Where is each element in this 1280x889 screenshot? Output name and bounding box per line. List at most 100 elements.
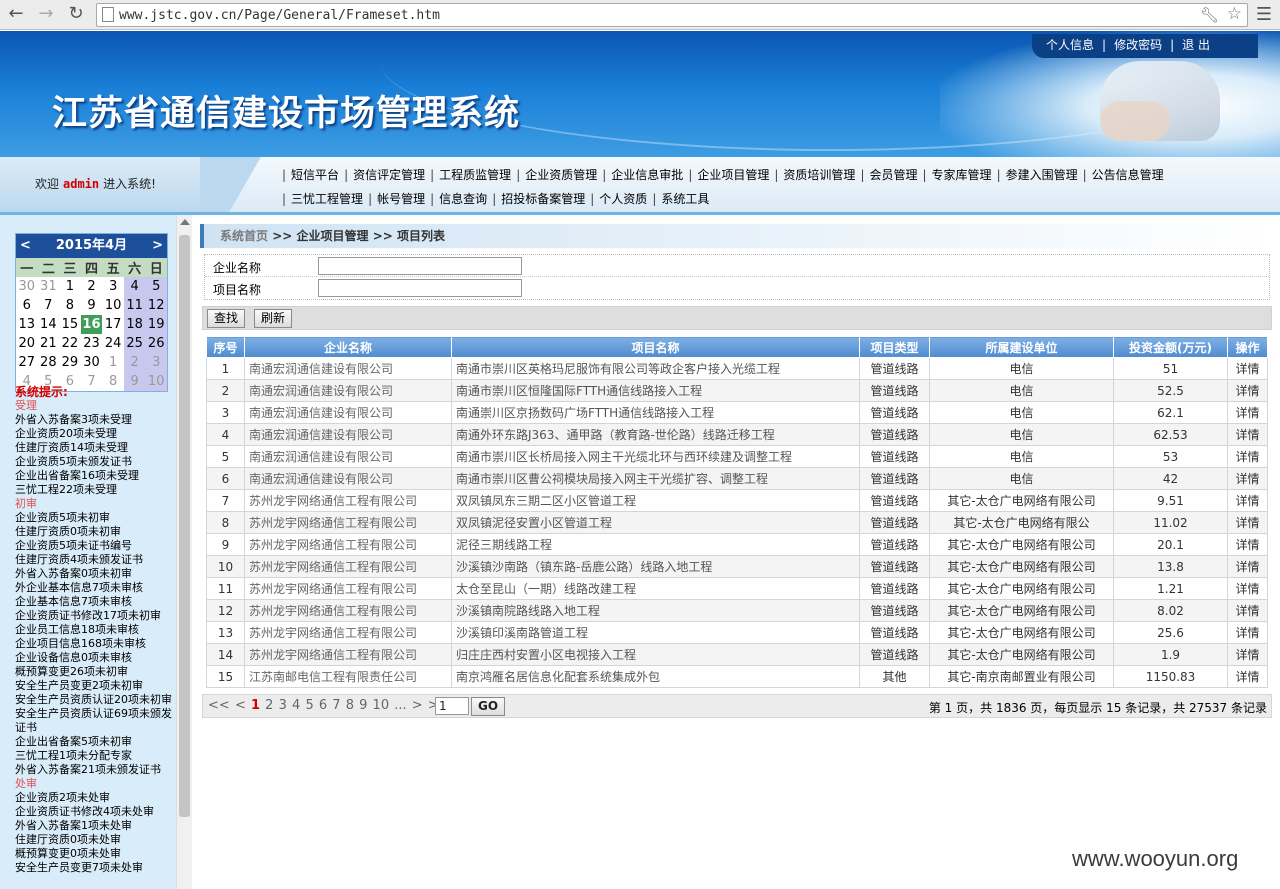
logout-link[interactable]: 退 出 [1182, 38, 1210, 52]
tip-item[interactable]: 企业资质5项未证书编号 [15, 539, 175, 553]
details-link[interactable]: 详情 [1227, 665, 1268, 688]
browser-menu-icon[interactable]: ☰ [1256, 4, 1272, 25]
tip-item[interactable]: 企业出省备案5项未初审 [15, 735, 175, 749]
tip-item[interactable]: 住建厅资质0项未初审 [15, 525, 175, 539]
calendar-day[interactable]: 16 [80, 315, 103, 334]
details-link[interactable]: 详情 [1227, 511, 1268, 534]
reload-icon[interactable]: ↻ [64, 3, 88, 25]
first-page-link[interactable]: << [208, 698, 230, 713]
personal-info-link[interactable]: 个人信息 [1046, 38, 1094, 52]
nav-item[interactable]: 参建入围管理 [1001, 168, 1083, 182]
page-link[interactable]: 10 [373, 698, 390, 713]
calendar-day[interactable]: 25 [123, 334, 146, 353]
calendar-day[interactable]: 15 [59, 315, 81, 334]
calendar-day[interactable]: 4 [123, 277, 146, 296]
calendar-next-button[interactable]: > [152, 234, 163, 258]
calendar-day[interactable]: 29 [59, 353, 81, 372]
tip-item[interactable]: 安全生产员资质认证69项未颁发证书 [15, 707, 175, 735]
calendar-day[interactable]: 11 [123, 296, 146, 315]
project-name-input[interactable] [318, 279, 522, 297]
page-link[interactable]: 6 [319, 698, 327, 713]
tip-item[interactable]: 企业资质证书修改4项未处审 [15, 805, 175, 819]
scroll-up-icon[interactable] [180, 219, 190, 225]
address-url[interactable]: www.jstc.gov.cn/Page/General/Frameset.ht… [119, 8, 440, 23]
tip-item[interactable]: 住建厅资质4项未颁发证书 [15, 553, 175, 567]
page-link[interactable]: 2 [265, 698, 273, 713]
breadcrumb-home[interactable]: 系统首页 [220, 229, 268, 243]
nav-item[interactable]: 信息查询 [434, 192, 492, 206]
nav-item[interactable]: 个人资质 [594, 192, 652, 206]
next-page-link[interactable]: > [412, 698, 423, 713]
calendar-day[interactable]: 24 [102, 334, 124, 353]
details-link[interactable]: 详情 [1227, 445, 1268, 468]
calendar-day[interactable]: 27 [16, 353, 38, 372]
tip-item[interactable]: 安全生产员资质认证20项未初审 [15, 693, 175, 707]
details-link[interactable]: 详情 [1227, 621, 1268, 644]
calendar-day[interactable]: 6 [16, 296, 38, 315]
calendar-prev-button[interactable]: < [20, 234, 31, 258]
refresh-button[interactable]: 刷新 [254, 309, 293, 328]
company-name-input[interactable] [318, 257, 522, 275]
tip-item[interactable]: 三忧工程22项未受理 [15, 483, 175, 497]
details-link[interactable]: 详情 [1227, 599, 1268, 622]
page-link[interactable]: 9 [359, 698, 367, 713]
details-link[interactable]: 详情 [1227, 357, 1268, 380]
calendar-day[interactable]: 5 [145, 277, 167, 296]
details-link[interactable]: 详情 [1227, 533, 1268, 556]
calendar-day[interactable]: 28 [38, 353, 60, 372]
calendar-day[interactable]: 18 [123, 315, 146, 334]
page-link[interactable]: 5 [305, 698, 313, 713]
tip-item[interactable]: 企业设备信息0项未审核 [15, 651, 175, 665]
nav-item[interactable]: 系统工具 [656, 192, 714, 206]
nav-item[interactable]: 企业项目管理 [692, 168, 774, 182]
details-link[interactable]: 详情 [1227, 577, 1268, 600]
scrollbar-thumb[interactable] [179, 235, 190, 817]
tip-item[interactable]: 外企业基本信息7项未审核 [15, 581, 175, 595]
calendar-day[interactable]: 1 [102, 353, 124, 372]
tip-item[interactable]: 企业基本信息7项未审核 [15, 595, 175, 609]
page-number-input[interactable]: 1 [435, 697, 469, 715]
calendar-day[interactable]: 3 [145, 353, 167, 372]
tip-item[interactable]: 安全生产员变更2项未初审 [15, 679, 175, 693]
details-link[interactable]: 详情 [1227, 423, 1268, 446]
nav-item[interactable]: 专家库管理 [927, 168, 997, 182]
tip-item[interactable]: 住建厅资质14项未受理 [15, 441, 175, 455]
address-bar[interactable]: www.jstc.gov.cn/Page/General/Frameset.ht… [96, 3, 1248, 27]
tip-item[interactable]: 企业资质20项未受理 [15, 427, 175, 441]
calendar-day[interactable]: 1 [59, 277, 81, 296]
calendar-day[interactable]: 22 [59, 334, 81, 353]
nav-item[interactable]: 三忧工程管理 [286, 192, 368, 206]
tip-item[interactable]: 企业项目信息168项未审核 [15, 637, 175, 651]
tip-item[interactable]: 企业资质5项未颁发证书 [15, 455, 175, 469]
nav-item[interactable]: 公告信息管理 [1087, 168, 1169, 182]
calendar-day[interactable]: 14 [38, 315, 60, 334]
calendar-day[interactable]: 8 [59, 296, 81, 315]
nav-item[interactable]: 短信平台 [286, 168, 344, 182]
go-button[interactable]: GO [471, 697, 506, 716]
prev-page-link[interactable]: < [235, 698, 246, 713]
details-link[interactable]: 详情 [1227, 643, 1268, 666]
calendar-day[interactable]: 3 [102, 277, 124, 296]
nav-item[interactable]: 工程质监管理 [434, 168, 516, 182]
calendar-day[interactable]: 2 [81, 277, 103, 296]
page-link[interactable]: 3 [279, 698, 287, 713]
details-link[interactable]: 详情 [1227, 489, 1268, 512]
details-link[interactable]: 详情 [1227, 467, 1268, 490]
back-arrow-icon[interactable]: ← [4, 3, 28, 25]
page-link[interactable]: 8 [346, 698, 354, 713]
calendar-day[interactable]: 31 [38, 277, 60, 296]
change-password-link[interactable]: 修改密码 [1114, 38, 1162, 52]
calendar-day[interactable]: 19 [145, 315, 167, 334]
bookmark-star-icon[interactable]: ☆ [1227, 4, 1242, 24]
calendar-day[interactable]: 17 [102, 315, 124, 334]
calendar-day[interactable]: 20 [16, 334, 38, 353]
tip-item[interactable]: 外省入苏备案3项未受理 [15, 413, 175, 427]
page-link[interactable]: ... [394, 698, 406, 713]
calendar-day[interactable]: 9 [81, 296, 103, 315]
nav-item[interactable]: 企业资质管理 [520, 168, 602, 182]
tip-item[interactable]: 外省入苏备案1项未处审 [15, 819, 175, 833]
calendar-day[interactable]: 2 [123, 353, 146, 372]
tip-item[interactable]: 企业出省备案16项未受理 [15, 469, 175, 483]
tip-item[interactable]: 企业资质证书修改17项未初审 [15, 609, 175, 623]
calendar-day[interactable]: 21 [38, 334, 60, 353]
